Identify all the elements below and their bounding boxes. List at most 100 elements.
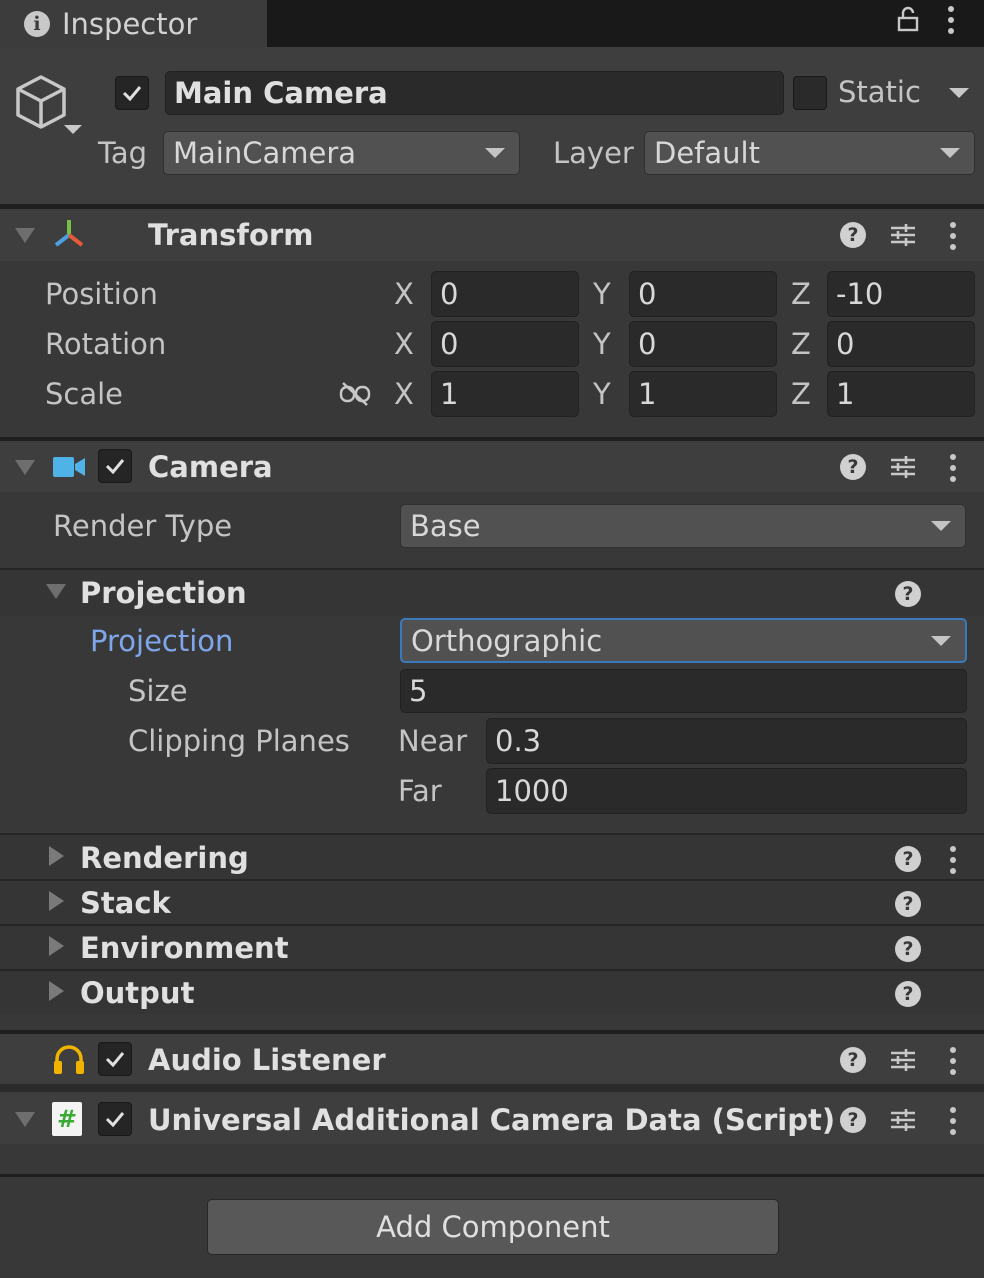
transform-menu-icon[interactable] xyxy=(950,222,956,250)
preset-icon[interactable] xyxy=(889,221,917,249)
check-icon xyxy=(105,459,125,475)
help-icon[interactable]: ? xyxy=(840,1107,866,1133)
help-icon[interactable]: ? xyxy=(895,981,921,1007)
audio-listener-title: Audio Listener xyxy=(148,1043,386,1077)
position-z-field[interactable]: -10 xyxy=(827,271,975,317)
axis-y-label: Y xyxy=(593,327,611,361)
scale-y-field[interactable]: 1 xyxy=(629,371,777,417)
projection-value: Orthographic xyxy=(411,623,603,658)
axis-y-label: Y xyxy=(593,277,611,311)
projection-foldout-icon[interactable] xyxy=(46,584,66,599)
layer-value: Default xyxy=(654,136,760,170)
script-menu-icon[interactable] xyxy=(950,1107,956,1135)
script-enabled-checkbox[interactable] xyxy=(98,1102,132,1136)
static-dropdown-caret[interactable] xyxy=(949,88,969,98)
help-icon[interactable]: ? xyxy=(895,846,921,872)
field-value: 1 xyxy=(638,377,657,411)
rotation-x-field[interactable]: 0 xyxy=(431,321,579,367)
help-icon[interactable]: ? xyxy=(895,581,921,607)
help-icon[interactable]: ? xyxy=(840,454,866,480)
field-value: 1 xyxy=(836,377,855,411)
icon-dropdown-caret[interactable] xyxy=(64,125,82,134)
axis-x-label: X xyxy=(394,377,414,411)
gameobject-name: Main Camera xyxy=(174,76,388,110)
lock-icon[interactable] xyxy=(896,6,920,32)
position-label: Position xyxy=(45,277,158,311)
help-icon[interactable]: ? xyxy=(840,1047,866,1073)
rotation-z-field[interactable]: 0 xyxy=(827,321,975,367)
camera-title: Camera xyxy=(148,450,273,484)
camera-foldout-icon[interactable] xyxy=(15,460,35,475)
divider xyxy=(0,1174,984,1177)
rendering-menu-icon[interactable] xyxy=(950,846,956,874)
layer-dropdown[interactable]: Default xyxy=(644,131,975,175)
chevron-down-icon xyxy=(940,148,960,158)
scale-label: Scale xyxy=(45,377,124,411)
tag-value: MainCamera xyxy=(173,136,357,170)
tab-menu-icon[interactable] xyxy=(948,6,954,34)
chevron-down-icon xyxy=(485,148,505,158)
scale-z-field[interactable]: 1 xyxy=(827,371,975,417)
audio-listener-menu-icon[interactable] xyxy=(950,1047,956,1075)
far-field[interactable]: 1000 xyxy=(486,768,967,814)
field-value: 0 xyxy=(440,327,459,361)
rendering-foldout-icon[interactable] xyxy=(49,846,64,866)
output-foldout-icon[interactable] xyxy=(49,981,64,1001)
field-value: 5 xyxy=(409,674,428,708)
transform-axis-icon xyxy=(54,220,84,247)
environment-foldout-icon[interactable] xyxy=(49,936,64,956)
check-icon xyxy=(122,86,142,102)
transform-title: Transform xyxy=(148,218,314,252)
camera-menu-icon[interactable] xyxy=(950,454,956,482)
static-label: Static xyxy=(838,75,921,109)
active-checkbox[interactable] xyxy=(115,76,149,110)
scale-x-field[interactable]: 1 xyxy=(431,371,579,417)
add-component-button[interactable]: Add Component xyxy=(207,1199,779,1255)
projection-section-title: Projection xyxy=(80,576,247,610)
audio-listener-enabled-checkbox[interactable] xyxy=(98,1042,132,1076)
help-icon[interactable]: ? xyxy=(895,936,921,962)
stack-foldout-icon[interactable] xyxy=(49,891,64,911)
gameobject-name-field[interactable]: Main Camera xyxy=(165,71,784,115)
render-type-dropdown[interactable]: Base xyxy=(400,504,966,548)
projection-dropdown[interactable]: Orthographic xyxy=(400,618,967,663)
axis-z-label: Z xyxy=(791,327,811,361)
help-icon[interactable]: ? xyxy=(840,222,866,248)
field-value: 0.3 xyxy=(495,724,542,758)
gameobject-cube-icon[interactable] xyxy=(14,74,68,130)
section-stack-title: Stack xyxy=(80,886,171,920)
tag-dropdown[interactable]: MainCamera xyxy=(163,131,520,175)
projection-label: Projection xyxy=(90,624,234,658)
camera-enabled-checkbox[interactable] xyxy=(98,449,132,483)
info-icon: i xyxy=(24,10,50,37)
render-type-value: Base xyxy=(410,509,481,543)
position-y-field[interactable]: 0 xyxy=(629,271,777,317)
rotation-label: Rotation xyxy=(45,327,167,361)
unlinked-chain-icon[interactable] xyxy=(339,381,371,407)
divider xyxy=(0,1084,984,1092)
preset-icon[interactable] xyxy=(889,1046,917,1074)
size-field[interactable]: 5 xyxy=(400,669,967,713)
near-field[interactable]: 0.3 xyxy=(486,718,967,764)
static-checkbox[interactable] xyxy=(793,76,827,110)
check-icon xyxy=(105,1112,125,1128)
help-icon[interactable]: ? xyxy=(895,891,921,917)
preset-icon[interactable] xyxy=(889,453,917,481)
field-value: 1000 xyxy=(495,774,569,808)
spacer xyxy=(0,1144,984,1174)
position-x-field[interactable]: 0 xyxy=(431,271,579,317)
script-component-title: Universal Additional Camera Data (Script… xyxy=(148,1103,836,1137)
preset-icon[interactable] xyxy=(889,1106,917,1134)
script-icon: # xyxy=(52,1102,82,1136)
far-label: Far xyxy=(398,774,442,808)
transform-foldout-icon[interactable] xyxy=(15,228,35,243)
tab-inspector[interactable]: i Inspector xyxy=(0,0,267,47)
section-output-title: Output xyxy=(80,976,195,1010)
field-value: 0 xyxy=(638,277,657,311)
tag-label: Tag xyxy=(98,136,148,170)
script-foldout-icon[interactable] xyxy=(15,1112,35,1127)
render-type-label: Render Type xyxy=(53,509,233,543)
clipping-planes-label: Clipping Planes xyxy=(128,724,350,758)
axis-x-label: X xyxy=(394,277,414,311)
rotation-y-field[interactable]: 0 xyxy=(629,321,777,367)
